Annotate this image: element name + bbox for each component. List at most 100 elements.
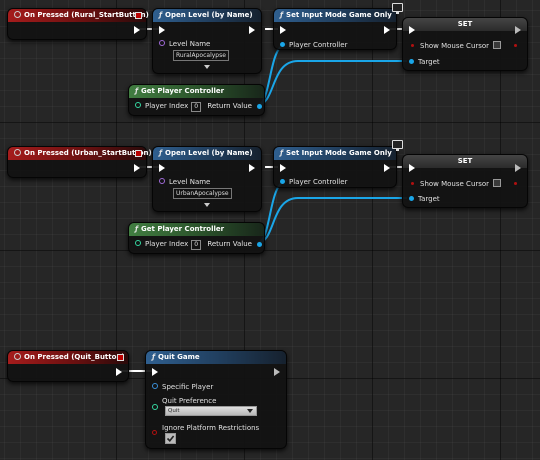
object-wire bbox=[256, 60, 407, 106]
bool-pin-icon[interactable] bbox=[411, 182, 414, 185]
node-title: Set Input Mode Game Only bbox=[286, 149, 392, 157]
event-icon bbox=[14, 11, 21, 18]
name-pin-icon[interactable] bbox=[159, 178, 165, 184]
object-pin-icon[interactable] bbox=[152, 383, 158, 389]
exec-in-pin-icon[interactable] bbox=[280, 164, 286, 172]
node-title: Get Player Controller bbox=[141, 225, 225, 233]
target-pin[interactable]: Target bbox=[409, 195, 440, 203]
function-icon: ƒ bbox=[152, 353, 156, 361]
exec-out-pin-icon[interactable] bbox=[134, 164, 140, 172]
level-name-field[interactable]: UrbanApocalypse bbox=[173, 188, 232, 199]
delegate-pin-icon[interactable] bbox=[135, 150, 142, 157]
pin-label: Return Value bbox=[207, 240, 252, 248]
node-title: Set Input Mode Game Only bbox=[286, 11, 392, 19]
event-icon bbox=[14, 149, 21, 156]
ignore-platform-checkbox[interactable] bbox=[165, 433, 176, 444]
level-name-field-wrap: RuralApocalypse bbox=[173, 50, 229, 61]
show-mouse-cursor-checkbox[interactable] bbox=[493, 41, 502, 49]
player-index-field[interactable]: 0 bbox=[191, 240, 202, 250]
exec-in-pin-icon[interactable] bbox=[159, 26, 165, 34]
bool-pin-icon[interactable] bbox=[152, 430, 157, 435]
exec-out-pin-icon[interactable] bbox=[274, 368, 280, 376]
pin-label: Ignore Platform Restrictions bbox=[162, 424, 260, 432]
checkmark-icon bbox=[166, 435, 175, 443]
quit-preference-wrap: Quit bbox=[165, 406, 257, 416]
get-player-controller-node-rural[interactable]: ƒ Get Player Controller Player Index 0 Ret… bbox=[128, 84, 265, 116]
node-title: SET bbox=[457, 20, 473, 28]
specific-player-pin[interactable]: Specific Player bbox=[152, 383, 213, 391]
event-header: On Pressed (Quit_Button) bbox=[8, 351, 128, 364]
exec-out-pin-icon[interactable] bbox=[116, 368, 122, 376]
show-mouse-cursor-pin[interactable]: Show Mouse Cursor bbox=[420, 41, 502, 50]
exec-out-pin-icon[interactable] bbox=[134, 26, 140, 34]
delegate-pin-icon[interactable] bbox=[117, 354, 124, 361]
player-index-pin[interactable]: Player Index 0 bbox=[135, 102, 202, 112]
open-level-node-urban[interactable]: ƒ Open Level (by Name) Level Name UrbanAp… bbox=[152, 146, 262, 212]
exec-out-pin-icon[interactable] bbox=[249, 164, 255, 172]
open-level-node-rural[interactable]: ƒ Open Level (by Name) Level Name RuralAp… bbox=[152, 8, 262, 74]
event-header: On Pressed (Urban_StartButton) bbox=[8, 147, 152, 160]
return-value-pin[interactable]: Return Value bbox=[207, 102, 252, 110]
object-pin-icon[interactable] bbox=[280, 179, 285, 184]
quit-game-node[interactable]: ƒ Quit Game Specific Player Quit Preferen… bbox=[145, 350, 287, 449]
event-icon bbox=[14, 353, 21, 360]
bool-out-pin-icon[interactable] bbox=[514, 182, 517, 185]
exec-in-pin-icon[interactable] bbox=[152, 368, 158, 376]
node-title: SET bbox=[457, 157, 473, 165]
get-player-controller-node-urban[interactable]: ƒ Get Player Controller Player Index 0 Ret… bbox=[128, 222, 265, 254]
function-header: ƒ Open Level (by Name) bbox=[153, 147, 261, 160]
expand-chevron-icon[interactable] bbox=[204, 65, 210, 69]
set-node-rural[interactable]: SET Show Mouse Cursor Target bbox=[402, 17, 528, 71]
player-index-field[interactable]: 0 bbox=[191, 102, 202, 112]
object-out-pin-icon[interactable] bbox=[257, 242, 262, 247]
expand-chevron-icon[interactable] bbox=[204, 203, 210, 207]
pin-label: Target bbox=[418, 58, 440, 66]
node-title: Open Level (by Name) bbox=[165, 149, 253, 157]
name-pin-icon[interactable] bbox=[159, 40, 165, 46]
exec-in-pin-icon[interactable] bbox=[159, 164, 165, 172]
player-controller-pin[interactable]: Player Controller bbox=[280, 41, 347, 49]
exec-in-pin-icon[interactable] bbox=[280, 26, 286, 34]
object-pin-icon[interactable] bbox=[280, 42, 285, 47]
level-name-pin[interactable]: Level Name bbox=[159, 40, 210, 48]
quit-preference-dropdown[interactable]: Quit bbox=[165, 406, 257, 416]
function-icon: ƒ bbox=[159, 11, 163, 19]
int-pin-icon[interactable] bbox=[135, 102, 141, 108]
event-node-urban[interactable]: On Pressed (Urban_StartButton) bbox=[7, 146, 152, 178]
set-input-mode-node-urban[interactable]: ƒ Set Input Mode Game Only Player Control… bbox=[273, 146, 397, 188]
return-pin-wrap bbox=[257, 241, 262, 249]
target-pin[interactable]: Target bbox=[409, 58, 440, 66]
exec-in-pin-icon[interactable] bbox=[409, 26, 415, 34]
exec-out-pin-icon[interactable] bbox=[384, 164, 390, 172]
exec-out-pin-icon[interactable] bbox=[384, 26, 390, 34]
object-out-pin-icon[interactable] bbox=[257, 104, 262, 109]
bool-pin-icon[interactable] bbox=[411, 44, 414, 47]
player-controller-pin[interactable]: Player Controller bbox=[280, 178, 347, 186]
pin-label: Return Value bbox=[207, 102, 252, 110]
level-name-field-wrap: UrbanApocalypse bbox=[173, 188, 232, 199]
level-name-pin[interactable]: Level Name bbox=[159, 178, 210, 186]
function-header: ƒ Set Input Mode Game Only bbox=[274, 147, 396, 160]
int-pin-icon[interactable] bbox=[135, 240, 141, 246]
bool-out-pin-icon[interactable] bbox=[514, 44, 517, 47]
exec-out-pin-icon[interactable] bbox=[249, 26, 255, 34]
level-name-field[interactable]: RuralApocalypse bbox=[173, 50, 229, 61]
event-node-quit[interactable]: On Pressed (Quit_Button) bbox=[7, 350, 129, 382]
set-input-mode-node-rural[interactable]: ƒ Set Input Mode Game Only Player Control… bbox=[273, 8, 397, 50]
enum-pin-icon[interactable] bbox=[152, 404, 158, 410]
function-icon: ƒ bbox=[280, 149, 284, 157]
set-node-urban[interactable]: SET Show Mouse Cursor Target bbox=[402, 154, 528, 208]
event-header: On Pressed (Rural_StartButton) bbox=[8, 9, 149, 22]
pin-label: Target bbox=[418, 195, 440, 203]
object-pin-icon[interactable] bbox=[409, 59, 414, 64]
exec-in-pin-icon[interactable] bbox=[409, 164, 415, 172]
exec-out-pin-icon[interactable] bbox=[515, 26, 521, 34]
object-pin-icon[interactable] bbox=[409, 196, 414, 201]
exec-out-pin-icon[interactable] bbox=[515, 164, 521, 172]
show-mouse-cursor-pin[interactable]: Show Mouse Cursor bbox=[420, 179, 502, 188]
event-node-rural[interactable]: On Pressed (Rural_StartButton) bbox=[7, 8, 149, 40]
return-value-pin[interactable]: Return Value bbox=[207, 240, 252, 248]
show-mouse-cursor-checkbox[interactable] bbox=[493, 179, 502, 187]
player-index-pin[interactable]: Player Index 0 bbox=[135, 240, 202, 250]
delegate-pin-icon[interactable] bbox=[135, 12, 142, 19]
